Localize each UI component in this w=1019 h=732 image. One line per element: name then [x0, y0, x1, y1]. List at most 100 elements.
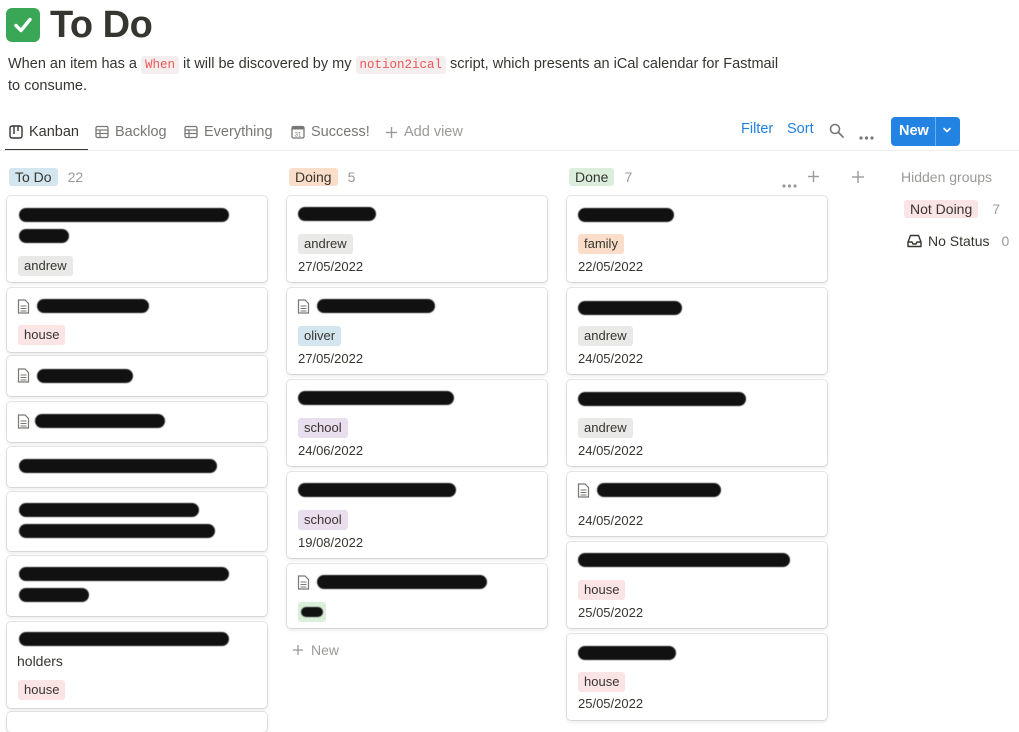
board-card[interactable]	[7, 712, 267, 732]
card-tag: family	[578, 234, 624, 254]
card-date: 24/06/2022	[298, 443, 364, 458]
redacted-text	[317, 299, 435, 313]
hidden-group-label: No Status	[928, 233, 990, 249]
board-card[interactable]: andrew 27/05/2022	[287, 196, 547, 282]
add-view-button[interactable]: Add view	[385, 117, 463, 147]
hidden-group-no-status[interactable]: No Status 0	[907, 233, 1009, 249]
board-card[interactable]: 24/05/2022	[567, 472, 827, 536]
tab-kanban[interactable]: Kanban	[9, 117, 79, 147]
new-button[interactable]: New	[891, 117, 960, 146]
card-tag: oliver	[298, 326, 342, 346]
hidden-group-count: 0	[1001, 233, 1010, 249]
column-more-icon[interactable]	[782, 175, 797, 193]
filter-button[interactable]: Filter	[741, 121, 773, 137]
redacted-text	[317, 575, 487, 589]
card-date: 24/05/2022	[578, 513, 644, 528]
card-date: 19/08/2022	[298, 535, 364, 550]
svg-text:31: 31	[295, 133, 302, 139]
table-icon	[95, 125, 109, 139]
redacted-text	[298, 207, 376, 221]
card-tag: house	[578, 580, 626, 600]
board-card[interactable]: andrew 24/05/2022	[567, 288, 827, 374]
add-new-card-button[interactable]: New	[292, 642, 339, 658]
inbox-icon	[907, 234, 922, 248]
redacted-text	[298, 391, 454, 405]
card-tag: school	[298, 510, 348, 530]
page-title: To Do	[50, 3, 153, 46]
tab-label: Kanban	[29, 124, 79, 140]
plus-icon	[292, 644, 304, 656]
calendar-icon: 31	[291, 125, 305, 139]
column-label: Doing	[289, 168, 338, 186]
redacted-text	[578, 646, 676, 660]
hidden-group-label: Not Doing	[904, 200, 979, 218]
board-card[interactable]: holders house	[7, 622, 267, 708]
redacted-text	[578, 301, 682, 315]
column-count: 22	[67, 169, 84, 185]
column-count: 7	[624, 169, 633, 185]
card-tag: andrew	[18, 256, 73, 276]
redacted-text	[19, 524, 215, 538]
desc-text: it will be discovered by my	[179, 56, 356, 72]
column-add-icon[interactable]	[807, 170, 820, 188]
board-card[interactable]	[7, 492, 267, 551]
tab-everything[interactable]: Everything	[184, 117, 273, 147]
card-tag	[298, 602, 326, 622]
card-title: holders	[17, 653, 63, 669]
sort-button[interactable]: Sort	[787, 121, 814, 137]
board-card[interactable]: school 19/08/2022	[287, 472, 547, 558]
redacted-text	[19, 229, 69, 243]
document-icon	[297, 299, 310, 314]
board-card[interactable]: family 22/05/2022	[567, 196, 827, 282]
board-card[interactable]: oliver 27/05/2022	[287, 288, 547, 374]
card-date: 22/05/2022	[578, 259, 644, 274]
card-date: 24/05/2022	[578, 443, 644, 458]
tab-label: Success!	[311, 124, 370, 140]
card-date: 27/05/2022	[298, 351, 364, 366]
redacted-text	[19, 503, 199, 517]
desc-text: When an item has a	[8, 56, 141, 72]
board-card[interactable]: andrew	[7, 196, 267, 282]
hidden-group-not-doing[interactable]: Not Doing 7	[904, 200, 1000, 218]
document-icon	[297, 575, 310, 590]
board-icon	[9, 125, 23, 139]
card-tag: house	[18, 325, 66, 345]
board-card[interactable]	[7, 556, 267, 616]
board-card[interactable]	[287, 564, 547, 628]
board-card[interactable]	[7, 402, 267, 442]
hidden-groups-title: Hidden groups	[901, 169, 993, 185]
board-card[interactable]: school 24/06/2022	[287, 380, 547, 466]
board-card[interactable]	[7, 447, 267, 487]
redacted-text	[19, 567, 229, 581]
more-options-icon[interactable]	[859, 128, 874, 144]
column-label: Done	[569, 168, 615, 186]
tab-success[interactable]: 31 Success!	[291, 117, 370, 147]
redacted-text	[578, 553, 790, 567]
card-tag: andrew	[578, 418, 633, 438]
column-header-todo[interactable]: To Do 22	[9, 167, 83, 187]
add-group-icon[interactable]	[851, 170, 865, 189]
board-card[interactable]: house 25/05/2022	[567, 542, 827, 628]
column-count: 5	[347, 169, 356, 185]
board-card[interactable]: andrew 24/05/2022	[567, 380, 827, 466]
search-icon[interactable]	[829, 123, 844, 142]
column-header-done[interactable]: Done 7	[569, 167, 632, 187]
column-header-doing[interactable]: Doing 5	[289, 167, 355, 187]
redacted-text	[578, 392, 746, 406]
board-card[interactable]: house	[7, 288, 267, 352]
hidden-group-count: 7	[992, 201, 1001, 217]
redacted-text	[37, 369, 133, 383]
tab-backlog[interactable]: Backlog	[95, 117, 167, 147]
tab-label: Everything	[204, 124, 273, 140]
inline-code-script: notion2ical	[355, 56, 447, 74]
redacted-text	[19, 208, 229, 222]
card-date: 24/05/2022	[578, 351, 644, 366]
chevron-down-icon[interactable]	[941, 124, 953, 140]
redacted-text	[578, 208, 674, 222]
redacted-text	[19, 632, 229, 646]
page-description: When an item has a When it will be disco…	[8, 54, 788, 97]
redacted-text	[19, 459, 217, 473]
document-icon	[17, 368, 30, 383]
board-card[interactable]	[7, 356, 267, 396]
board-card[interactable]: house 25/05/2022	[567, 634, 827, 720]
